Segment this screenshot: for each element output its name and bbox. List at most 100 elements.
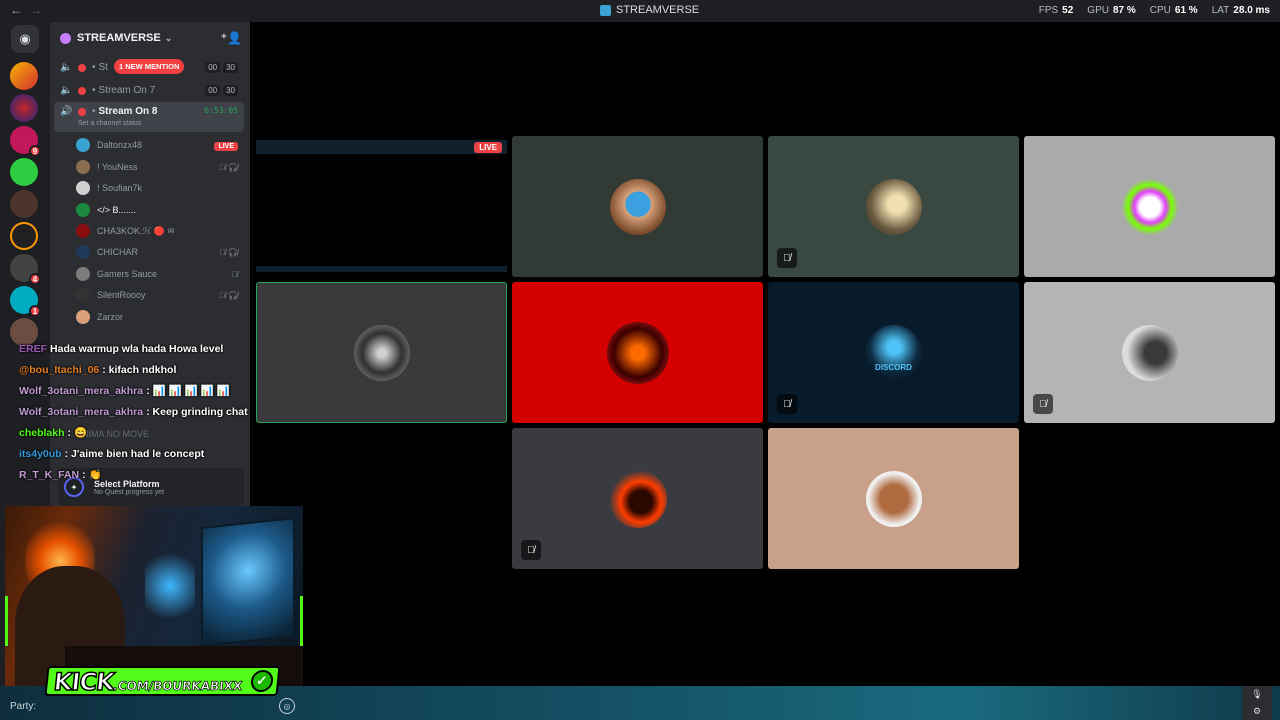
avatar: [865, 470, 922, 527]
mic-icon[interactable]: 🎙: [1251, 689, 1262, 700]
speaker-muted-icon: 🔈: [60, 85, 73, 96]
member-row[interactable]: CHA3KOK.ℋ 🔴 ᵍᵍ: [76, 221, 244, 241]
party-icon[interactable]: ◎: [279, 698, 295, 714]
video-tile[interactable]: 🎙̸: [1024, 282, 1275, 423]
muted-deafened-icon: 🎙̸ 🎧̸: [219, 162, 238, 172]
member-row[interactable]: </> B.......: [76, 200, 244, 220]
settings-icon[interactable]: ⚙: [1253, 706, 1261, 717]
voice-channel-2[interactable]: 🔈 • Stream On 7 00 30: [54, 80, 244, 101]
channel-timer: 6:53:05: [204, 106, 238, 115]
kick-channel-banner: KICK .COM/BOURKABIXX ✓: [44, 666, 281, 697]
member-row[interactable]: ! Soufian7k: [76, 178, 244, 198]
member-row[interactable]: Zarzor: [76, 307, 244, 327]
new-mention-badge[interactable]: 1 NEW MENTION: [114, 59, 185, 74]
member-row[interactable]: Gamers Sauce 🎙̸: [76, 264, 244, 284]
recording-dot-icon: [78, 108, 86, 116]
discord-logo-text: DISCORD: [875, 363, 912, 372]
stat-fps: FPS 52: [1038, 5, 1074, 16]
discord-home-icon[interactable]: ◉: [11, 25, 39, 53]
window-title: STREAMVERSE: [600, 4, 699, 16]
screen-share-tile[interactable]: LIVE: [256, 140, 507, 272]
muted-deafened-icon: 🎙̸ 🎧̸: [219, 247, 238, 257]
avatar: [1121, 178, 1178, 235]
chat-message: Wolf_3otani_mera_akhra: 📊 📊 📊 📊 📊: [19, 384, 230, 398]
avatar: [606, 321, 669, 384]
chat-message: @bou_Itachi_06: kifach ndkhol: [19, 363, 177, 376]
muted-deafened-icon: 🎙̸ 🎧̸: [219, 290, 238, 300]
nav-buttons: ← →: [10, 3, 42, 17]
server-icon: [60, 32, 71, 44]
chevron-down-icon: ⌄: [164, 32, 173, 43]
member-row[interactable]: SilentRoooy 🎙̸ 🎧̸: [76, 285, 244, 305]
app-logo-icon: [600, 4, 611, 16]
video-tile[interactable]: [512, 136, 763, 277]
monitor-image: [201, 517, 295, 647]
avatar: [76, 224, 90, 238]
live-badge: LIVE: [214, 141, 238, 151]
member-row[interactable]: ! YouNess 🎙̸ 🎧̸: [76, 157, 244, 177]
member-row[interactable]: CHICHAR 🎙̸ 🎧̸: [76, 242, 244, 262]
speaker-icon: 🔊: [60, 106, 73, 117]
recording-dot-icon: [78, 86, 86, 95]
title-bar: ← → STREAMVERSE FPS 52 GPU 87 % CPU 61 % LA…: [0, 0, 1280, 22]
muted-icon: 🎙̸: [521, 540, 541, 560]
avatar: [76, 160, 90, 174]
avatar: [76, 181, 90, 195]
recording-dot-icon: [78, 63, 86, 72]
avatar: [608, 469, 667, 528]
server-icon-5[interactable]: [10, 190, 38, 218]
verified-check-icon: ✓: [249, 670, 274, 692]
chat-message: Wolf_3otani_mera_akhra: Keep grinding ch…: [19, 405, 248, 418]
video-tile[interactable]: 🎙̸: [768, 136, 1019, 277]
forward-arrow-icon[interactable]: →: [30, 3, 42, 17]
speaker-muted-icon: 🔈: [60, 62, 73, 73]
chat-message: EREF Hada warmup wla hada Howa level: [19, 342, 224, 355]
muted-icon: 🎙̸: [232, 269, 238, 279]
video-tile[interactable]: [512, 282, 763, 423]
channel-status[interactable]: Set a channel status: [78, 120, 141, 127]
avatar: [76, 288, 90, 302]
server-icon-3[interactable]: 9: [10, 126, 41, 157]
performance-stats: FPS 52 GPU 87 % CPU 61 % LAT 28.0 ms: [1039, 5, 1270, 16]
avatar: [865, 178, 922, 235]
stat-latency: LAT 28.0 ms: [1211, 5, 1270, 16]
muted-icon: 🎙̸: [1033, 394, 1053, 414]
live-badge: LIVE: [474, 142, 502, 153]
stat-cpu: CPU 61 %: [1149, 5, 1198, 16]
avatar: [1121, 324, 1178, 381]
back-arrow-icon[interactable]: ←: [10, 3, 22, 17]
avatar: [76, 267, 90, 281]
server-icon-stage[interactable]: [10, 62, 38, 90]
server-header[interactable]: STREAMVERSE ⌄ ⁺👤: [50, 22, 250, 54]
server-icon-7[interactable]: 4: [10, 254, 41, 285]
stat-gpu: GPU 87 %: [1087, 5, 1136, 16]
webcam-overlay: [5, 506, 303, 686]
video-tile[interactable]: DISCORD 🎙̸: [768, 282, 1019, 423]
party-label: Party:: [10, 701, 37, 712]
avatar: [76, 245, 90, 259]
avatar: [76, 203, 90, 217]
avatar: [865, 324, 922, 381]
muted-icon: 🎙̸: [777, 394, 797, 414]
screen-share-topbar: [256, 140, 507, 154]
muted-icon: 🎙̸: [777, 248, 797, 268]
video-tile[interactable]: 🎙̸: [512, 428, 763, 569]
server-icon-4[interactable]: [10, 158, 38, 186]
video-tile-speaking[interactable]: [256, 282, 507, 423]
server-icon-8[interactable]: 1: [10, 286, 41, 317]
add-member-icon[interactable]: ⁺👤: [221, 31, 242, 45]
server-icon-2[interactable]: [10, 94, 38, 122]
avatar: [76, 310, 90, 324]
chat-message: cheblakh: 😄: [19, 426, 88, 440]
video-tile[interactable]: [768, 428, 1019, 569]
chat-overlay: EREF Hada warmup wla hada Howa level @bou…: [19, 338, 279, 485]
chat-message: R_T_K_FAN: 👏: [19, 468, 102, 482]
voice-channel-active[interactable]: 🔊 • Stream On 8 6:53:05 Set a channel st…: [54, 102, 244, 132]
video-tile[interactable]: [1024, 136, 1275, 277]
server-icon-6[interactable]: [10, 222, 38, 250]
chat-message: its4y0ub: J'aime bien had le concept: [19, 447, 205, 460]
avatar: [353, 324, 410, 381]
avatar: [609, 178, 666, 235]
bottom-controls: 🎙 ⚙: [1242, 686, 1272, 720]
member-row[interactable]: Daltonzx48 LIVE: [76, 135, 244, 155]
